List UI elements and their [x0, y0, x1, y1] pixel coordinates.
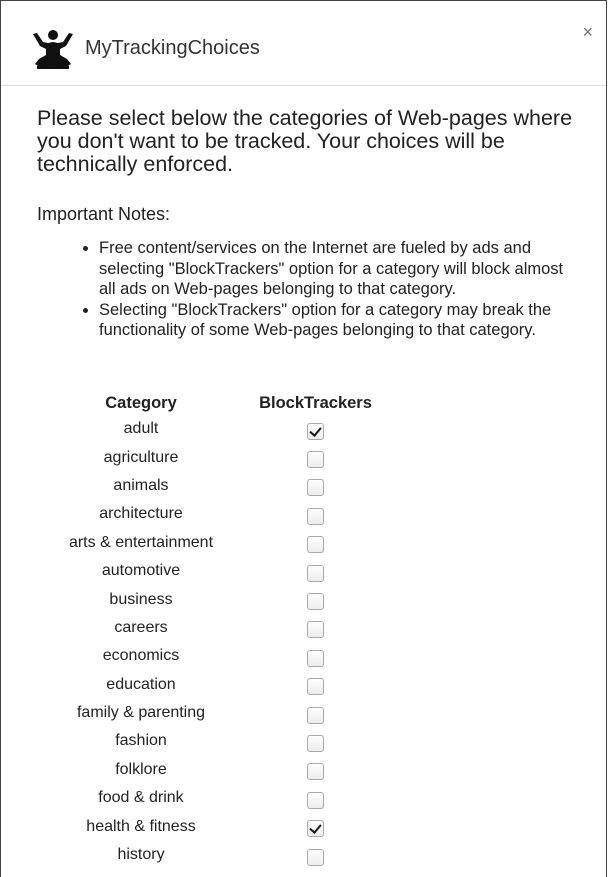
category-table: Category BlockTrackers adult agriculture a… — [49, 391, 398, 869]
blocktrackers-checkbox[interactable] — [307, 734, 324, 752]
blocktrackers-checkbox[interactable] — [307, 621, 324, 639]
table-row: adult — [49, 415, 398, 443]
category-label: arts & entertainment — [68, 533, 214, 551]
blocktrackers-cell — [233, 557, 398, 585]
table-header-row: Category BlockTrackers — [49, 391, 398, 415]
blocktrackers-checkbox[interactable] — [307, 791, 324, 809]
category-label: agriculture — [103, 448, 179, 466]
category-label: education — [106, 675, 176, 693]
blocktrackers-checkbox[interactable] — [307, 706, 324, 724]
category-label: careers — [114, 618, 168, 636]
blocktrackers-cell — [233, 699, 398, 727]
blocktrackers-checkbox[interactable] — [307, 507, 324, 525]
table-row: health & fitness — [49, 812, 398, 840]
table-row: agriculture — [49, 443, 398, 471]
category-column-header: Category — [105, 393, 177, 412]
note-item: Free content/services on the Internet ar… — [83, 238, 583, 300]
blocktrackers-cell — [233, 841, 398, 869]
note-item: Selecting "BlockTrackers" option for a c… — [83, 300, 583, 341]
blocktrackers-checkbox[interactable] — [307, 593, 324, 611]
blocktrackers-checkbox[interactable] — [307, 564, 324, 582]
table-row: food & drink — [49, 784, 398, 812]
popup-header: MyTrackingChoices × — [1, 1, 606, 86]
blocktrackers-cell — [233, 585, 398, 613]
table-row: fashion — [49, 727, 398, 755]
category-label: automotive — [101, 562, 181, 580]
blocktrackers-cell — [233, 500, 398, 528]
blocktrackers-checkbox[interactable] — [307, 479, 324, 497]
blocktrackers-cell — [233, 614, 398, 642]
category-label: food & drink — [98, 789, 184, 807]
table-row: arts & entertainment — [49, 529, 398, 557]
notes-list: Free content/services on the Internet ar… — [83, 238, 583, 341]
app-title: MyTrackingChoices — [85, 37, 260, 59]
notes-heading: Important Notes: — [37, 204, 171, 224]
table-row: architecture — [49, 500, 398, 528]
meditating-person-icon — [33, 30, 73, 69]
blocktrackers-cell — [233, 529, 398, 557]
blocktrackers-cell — [233, 727, 398, 755]
category-label: economics — [102, 647, 180, 665]
category-label: health & fitness — [86, 817, 196, 835]
intro-text: Please select below the categories of We… — [37, 106, 573, 176]
blocktrackers-cell — [233, 671, 398, 699]
category-label: business — [109, 590, 173, 608]
table-row: history — [49, 841, 398, 869]
category-label: animals — [113, 476, 169, 494]
category-label: architecture — [99, 505, 183, 523]
blocktrackers-cell — [233, 642, 398, 670]
table-row: family & parenting — [49, 699, 398, 727]
blocktrackers-cell — [233, 415, 398, 443]
blocktrackers-checkbox[interactable] — [307, 848, 324, 866]
category-label: family & parenting — [76, 704, 206, 722]
blocktrackers-cell — [233, 472, 398, 500]
category-label: fashion — [115, 732, 167, 750]
category-table-body: adult agriculture animals architecture arts … — [49, 415, 398, 869]
blocktrackers-column-header: BlockTrackers — [259, 393, 372, 412]
close-button[interactable]: × — [582, 23, 593, 41]
table-row: automotive — [49, 557, 398, 585]
category-label: adult — [123, 420, 159, 438]
table-row: business — [49, 585, 398, 613]
blocktrackers-checkbox[interactable] — [307, 649, 324, 667]
table-row: economics — [49, 642, 398, 670]
table-row: careers — [49, 614, 398, 642]
blocktrackers-cell — [233, 812, 398, 840]
blocktrackers-checkbox[interactable] — [307, 451, 324, 469]
table-row: folklore — [49, 756, 398, 784]
blocktrackers-checkbox[interactable] — [307, 422, 324, 440]
blocktrackers-checkbox[interactable] — [307, 536, 324, 554]
blocktrackers-checkbox[interactable] — [307, 820, 324, 838]
category-label: history — [117, 846, 165, 864]
category-label: folklore — [115, 760, 167, 778]
blocktrackers-checkbox[interactable] — [307, 678, 324, 696]
table-row: education — [49, 671, 398, 699]
blocktrackers-checkbox[interactable] — [307, 763, 324, 781]
blocktrackers-cell — [233, 756, 398, 784]
popup-window: MyTrackingChoices × Please select below … — [0, 0, 607, 877]
blocktrackers-cell — [233, 784, 398, 812]
table-row: animals — [49, 472, 398, 500]
blocktrackers-cell — [233, 443, 398, 471]
